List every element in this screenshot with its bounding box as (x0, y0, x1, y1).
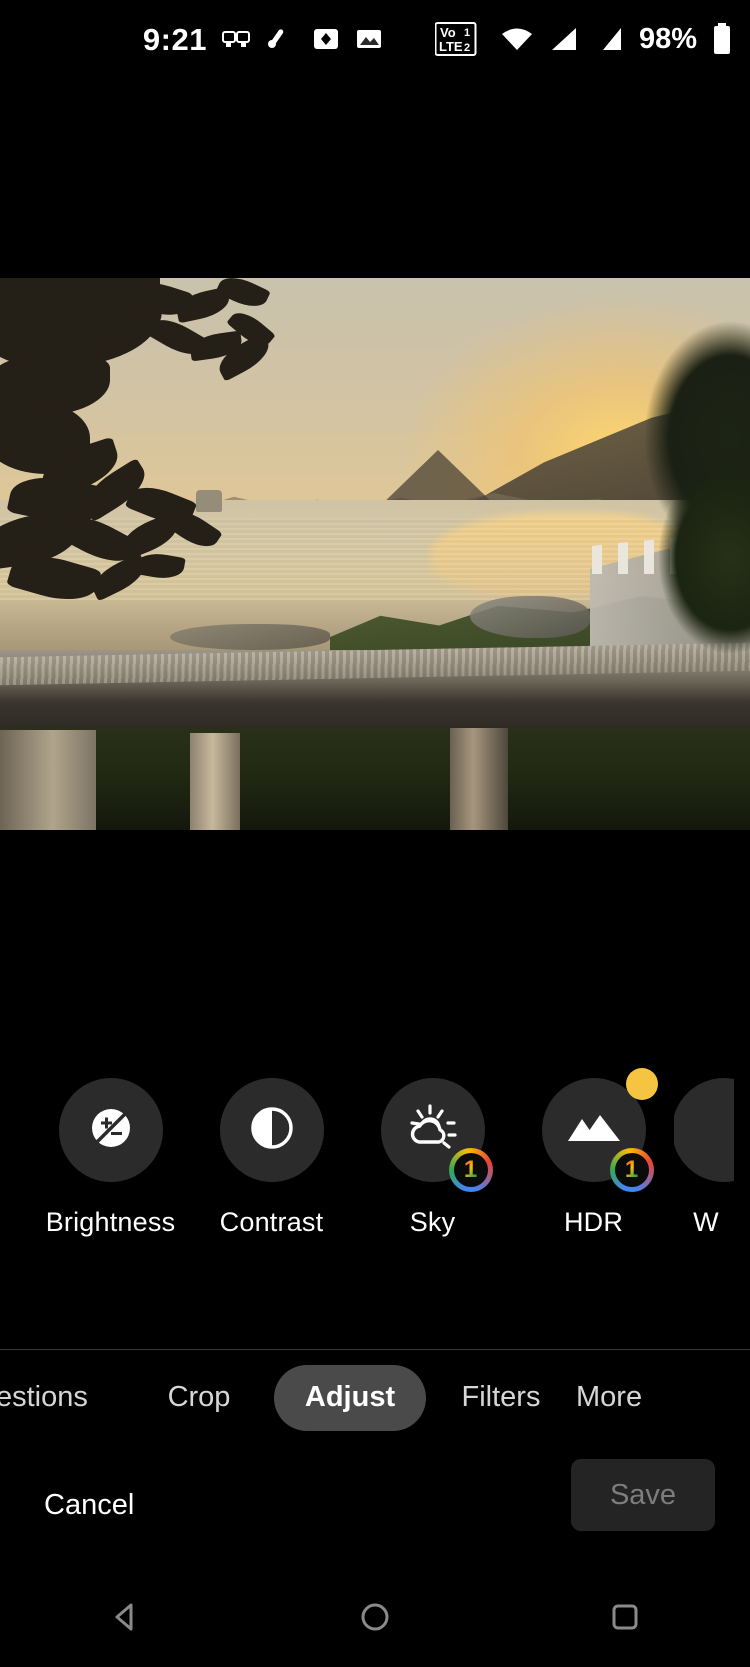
photo-rock-secondary (170, 624, 330, 650)
do-not-disturb-icon (312, 25, 340, 53)
adjust-tool-brightness[interactable]: Brightness (30, 1078, 191, 1238)
hdr-new-dot-badge (625, 1068, 658, 1100)
status-bar-clock: 9:21 (142, 21, 207, 57)
recents-icon (608, 1600, 642, 1639)
photo-post-left (0, 730, 96, 830)
contrast-icon (246, 1102, 298, 1159)
status-bar: 9:21 Vo LTE 1 2 98% (0, 0, 750, 78)
hdr-badge-count: 1 (609, 1148, 654, 1192)
adjust-tool-row[interactable]: Brightness Contrast 1 Sky 1 HDR W (0, 1068, 750, 1258)
brightness-label: Brightness (45, 1207, 176, 1237)
adjust-tool-warmth[interactable]: W (674, 1078, 734, 1238)
photo-rock (470, 596, 590, 638)
svg-text:Vo: Vo (440, 25, 456, 40)
hdr-button[interactable]: 1 (541, 1068, 658, 1192)
editor-mode-tabs[interactable]: estions Crop Adjust Filters More (0, 1350, 750, 1445)
nav-recents-button[interactable] (570, 1572, 680, 1667)
cancel-button[interactable]: Cancel (38, 1477, 140, 1534)
adjust-tool-contrast[interactable]: Contrast (191, 1078, 352, 1238)
sky-label: Sky (409, 1207, 456, 1237)
tab-more[interactable]: More (576, 1365, 716, 1431)
svg-text:2: 2 (464, 42, 470, 54)
photo-post-center (190, 733, 240, 830)
android-navigation-bar[interactable] (0, 1572, 750, 1667)
nav-back-button[interactable] (70, 1572, 180, 1667)
sky-button[interactable]: 1 (380, 1078, 493, 1192)
editor-action-row: Cancel Save (0, 1455, 750, 1565)
adjust-tool-hdr[interactable]: 1 HDR (513, 1068, 674, 1238)
svg-text:1: 1 (464, 27, 470, 39)
photo-editor-screen: 9:21 Vo LTE 1 2 98% Brightness Contrast … (0, 0, 750, 1667)
sky-badge-count: 1 (448, 1148, 493, 1192)
signal-sim2-icon (594, 26, 624, 52)
photo-tree-left (0, 278, 310, 618)
battery-percent-label: 98% (638, 22, 697, 55)
tab-adjust[interactable]: Adjust (274, 1364, 426, 1431)
adjust-tool-sky[interactable]: 1 Sky (352, 1078, 513, 1238)
tab-suggestions[interactable]: estions (0, 1365, 124, 1431)
contrast-label: Contrast (219, 1207, 324, 1237)
contrast-button[interactable] (219, 1078, 324, 1182)
screen-cast-icon (221, 27, 252, 51)
warmth-button[interactable] (674, 1078, 734, 1182)
warmth-label: W (693, 1207, 719, 1237)
photo-preview[interactable] (0, 278, 750, 830)
landscape-hdr-icon (566, 1105, 622, 1156)
svg-text:LTE: LTE (439, 39, 463, 54)
wifi-icon (500, 26, 534, 52)
photo-post-right (450, 728, 508, 830)
nav-home-button[interactable] (320, 1572, 430, 1667)
photo-canvas (0, 278, 750, 830)
tab-filters[interactable]: Filters (426, 1365, 576, 1431)
vibrate-icon (267, 26, 297, 52)
brightness-button[interactable] (58, 1078, 163, 1182)
photo-icon (355, 26, 383, 52)
volte-icon: Vo LTE 1 2 (434, 22, 485, 56)
signal-sim1-icon (549, 26, 579, 52)
back-icon (108, 1600, 142, 1639)
photo-foreground-ground (0, 728, 750, 830)
sky-sun-icon (405, 1102, 461, 1159)
save-button[interactable]: Save (571, 1459, 715, 1531)
hdr-label: HDR (563, 1207, 624, 1237)
home-icon (358, 1600, 392, 1639)
tab-crop[interactable]: Crop (124, 1365, 274, 1431)
battery-icon (712, 23, 732, 55)
exposure-icon (85, 1102, 137, 1159)
photo-tree-right-lower (620, 468, 750, 668)
